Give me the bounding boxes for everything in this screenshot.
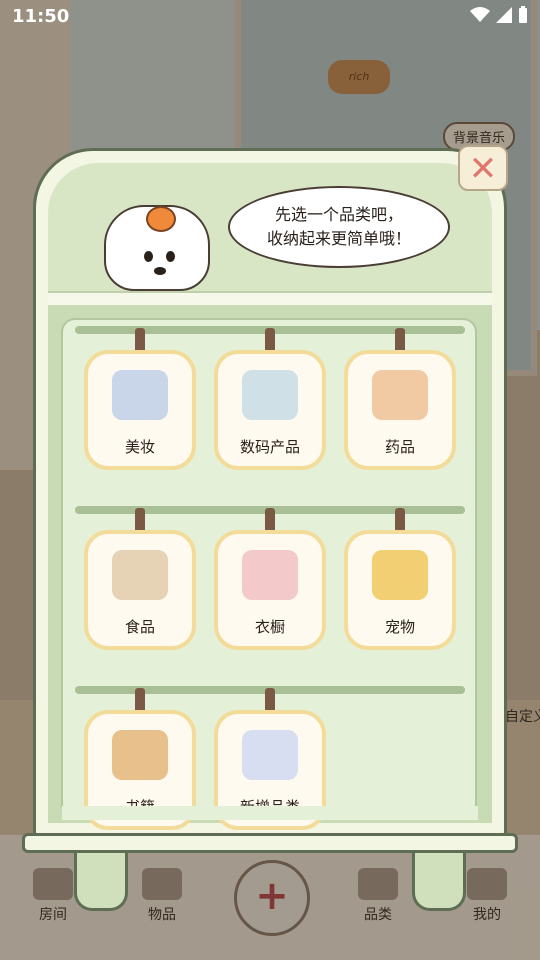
speech-bubble: 先选一个品类吧， 收纳起来更简单哦！	[228, 186, 450, 268]
medicine-icon	[372, 370, 428, 420]
add-category-icon	[242, 730, 298, 780]
category-label: 衣橱	[254, 618, 285, 636]
cabinet-leg	[412, 853, 466, 911]
category-label: 美妆	[124, 438, 155, 456]
category-label: 食品	[124, 618, 155, 636]
status-time: 11:50	[12, 6, 70, 27]
wifi-icon	[470, 7, 490, 22]
category-label: 药品	[384, 438, 415, 456]
books-icon	[112, 730, 168, 780]
category-card-pet[interactable]: 宠物	[344, 530, 456, 650]
status-icons	[470, 6, 528, 24]
food-icon	[112, 550, 168, 600]
wardrobe-icon	[242, 550, 298, 600]
dog-eye	[144, 251, 153, 262]
signal-icon	[496, 7, 512, 23]
digital-devices-icon	[242, 370, 298, 420]
speech-line: 先选一个品类吧，	[274, 205, 403, 224]
makeup-icon	[112, 370, 168, 420]
status-bar: 11:50	[0, 0, 540, 34]
dog-eye	[166, 251, 175, 262]
category-card-makeup[interactable]: 美妆	[84, 350, 196, 470]
cabinet-base	[22, 833, 518, 853]
close-button[interactable]: ✕	[458, 145, 508, 191]
category-label: 数码产品	[239, 438, 300, 456]
orange-icon	[146, 206, 176, 232]
category-card-medicine[interactable]: 药品	[344, 350, 456, 470]
speech-line: 收纳起来更简单哦！	[266, 229, 411, 248]
category-card-digital[interactable]: 数码产品	[214, 350, 326, 470]
category-label: 宠物	[384, 618, 415, 636]
cabinet-leg	[74, 853, 128, 911]
close-icon: ✕	[468, 149, 498, 189]
pet-icon	[372, 550, 428, 600]
dog-nose	[154, 267, 166, 275]
battery-icon	[519, 6, 527, 23]
panel-bottom-edge	[62, 806, 478, 820]
category-card-food[interactable]: 食品	[84, 530, 196, 650]
category-card-wardrobe[interactable]: 衣橱	[214, 530, 326, 650]
